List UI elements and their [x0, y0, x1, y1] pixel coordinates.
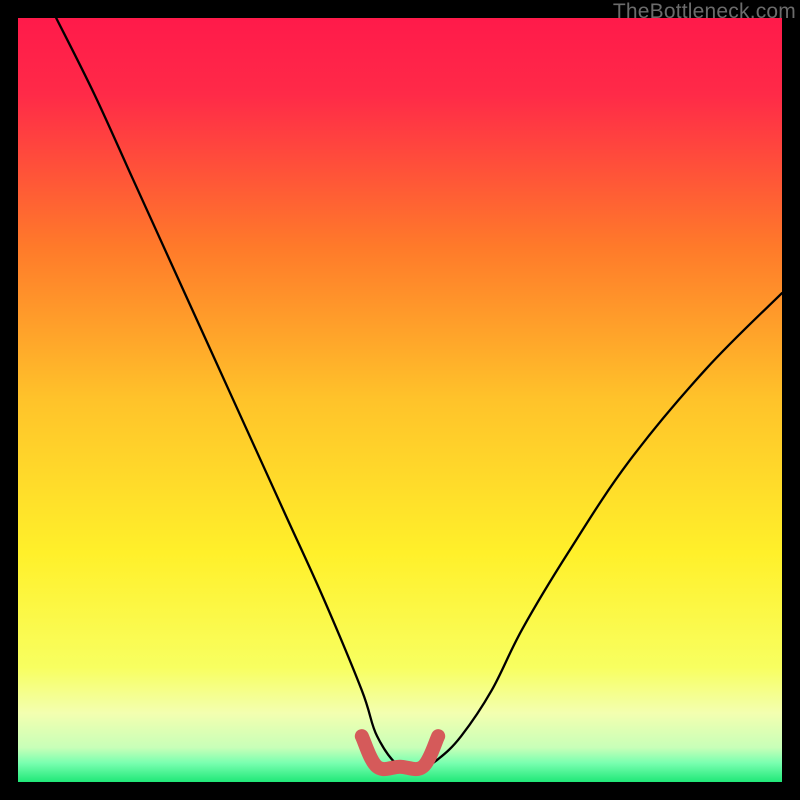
chart-frame	[18, 18, 782, 782]
watermark-text: TheBottleneck.com	[613, 0, 796, 24]
bottleneck-chart	[18, 18, 782, 782]
gradient-background	[18, 18, 782, 782]
